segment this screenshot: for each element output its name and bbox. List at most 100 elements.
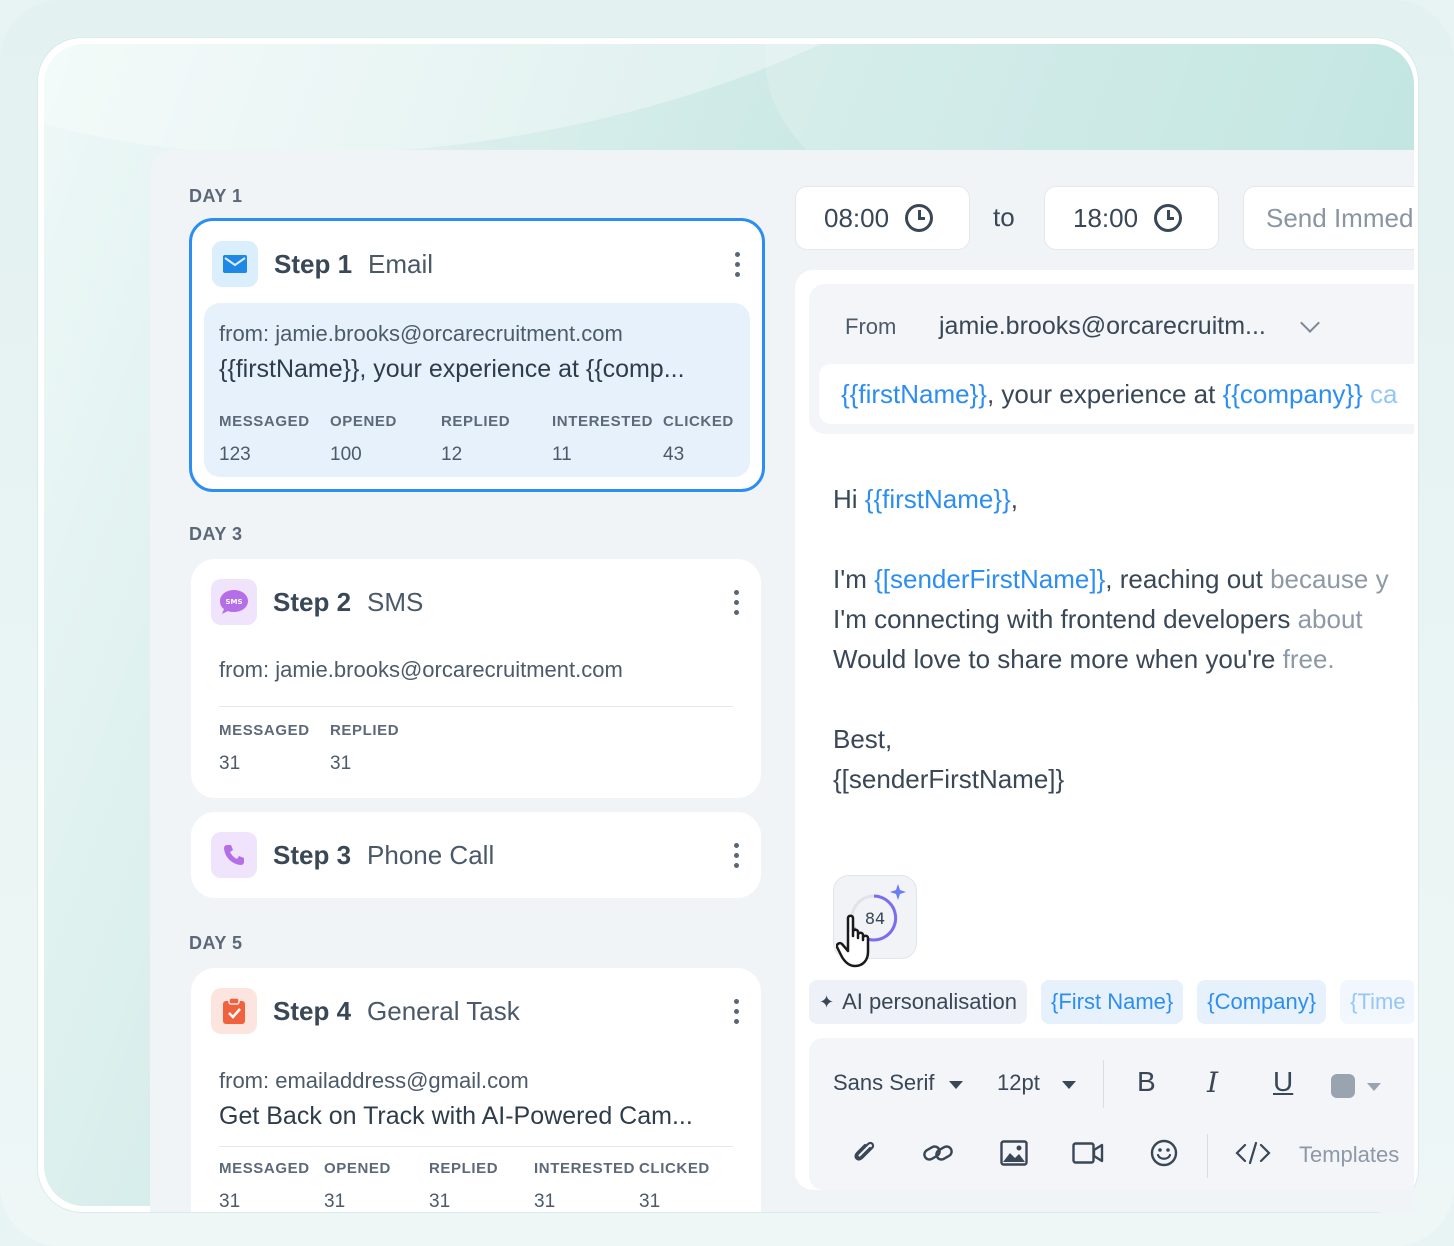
step-subject: {{firstName}}, your experience at {{comp… (219, 355, 685, 383)
stat-value: 11 (552, 444, 572, 465)
step-title: Step 3 (273, 839, 352, 870)
stat-value: 123 (219, 444, 251, 465)
tag-first-name[interactable]: {First Name} (1040, 980, 1184, 1024)
chevron-down-icon[interactable] (1300, 313, 1320, 333)
templates-button[interactable]: Templates (1299, 1142, 1399, 1168)
sms-icon: SMS (211, 579, 257, 625)
body-text: Would love to share more when you're (833, 644, 1283, 674)
start-time-value: 08:00 (824, 202, 890, 233)
start-time-input[interactable]: 08:00 (795, 186, 970, 250)
body-signoff[interactable]: Best, (833, 724, 892, 755)
step-type: General Task (367, 995, 520, 1026)
step-card-general-task[interactable]: Step 4 General Task from: emailaddress@g… (191, 968, 761, 1212)
end-time-input[interactable]: 18:00 (1044, 186, 1219, 250)
italic-button[interactable]: I (1207, 1066, 1218, 1099)
video-icon[interactable] (1071, 1136, 1105, 1170)
stat-value: 31 (534, 1191, 556, 1212)
ai-score-button[interactable]: 84 (833, 875, 917, 968)
stat-label: MESSAGED (219, 1160, 310, 1177)
caret-down-icon[interactable] (1062, 1081, 1076, 1089)
more-options-icon[interactable] (732, 251, 742, 277)
tag-company[interactable]: {Company} (1197, 980, 1327, 1024)
subject-text: , your experience at (986, 379, 1223, 409)
email-editor: From jamie.brooks@orcarecruitm... {{firs… (795, 270, 1414, 1190)
sparkle-icon: ✦ (819, 991, 835, 1012)
formatting-toolbar: Sans Serif 12pt B I U Templates (809, 1038, 1414, 1190)
step-title: Step 1 (274, 248, 353, 279)
step-card-phone-call[interactable]: Step 3 Phone Call (191, 812, 761, 898)
subject-input[interactable]: {{firstName}}, your experience at {{comp… (819, 364, 1414, 424)
more-options-icon[interactable] (731, 589, 741, 615)
caret-down-icon[interactable] (1367, 1083, 1381, 1091)
send-mode-select[interactable]: Send Immediately (1243, 186, 1414, 250)
ai-personalisation-button[interactable]: ✦ AI personalisation (809, 980, 1027, 1024)
body-greeting[interactable]: Hi {{firstName}}, (833, 484, 1018, 515)
stat-label: INTERESTED (534, 1160, 636, 1177)
body-line[interactable]: I'm connecting with frontend developers … (833, 604, 1363, 635)
tag-time[interactable]: {Time (1340, 980, 1414, 1024)
stat-value: 31 (330, 753, 352, 774)
more-options-icon[interactable] (731, 842, 741, 868)
more-options-icon[interactable] (731, 998, 741, 1024)
divider (219, 1146, 733, 1147)
stat-label: MESSAGED (219, 413, 310, 430)
step-stats: MESSAGED 123 OPENED 100 REPLIED 12 INTEREST… (219, 413, 774, 466)
bold-button[interactable]: B (1137, 1066, 1156, 1098)
stat-label: REPLIED (429, 1160, 499, 1177)
stat-value: 31 (219, 753, 241, 774)
stat-value: 12 (441, 444, 463, 465)
variable-token: {{company}} (1222, 379, 1363, 409)
code-icon[interactable] (1233, 1136, 1273, 1170)
body-text: I'm (833, 564, 875, 594)
from-label: From (845, 314, 897, 339)
stat-value: 31 (429, 1191, 451, 1212)
body-text-fade: because y (1270, 564, 1389, 594)
stat-value: 43 (663, 444, 685, 465)
step-from: from: jamie.brooks@orcarecruitment.com (219, 657, 623, 682)
stat-value: 100 (330, 444, 362, 465)
toolbar-separator (1207, 1134, 1208, 1178)
step-from: from: emailaddress@gmail.com (219, 1068, 529, 1093)
step-card-email[interactable]: Step 1 Email from: jamie.brooks@orcarecr… (189, 218, 765, 492)
caret-down-icon[interactable] (949, 1081, 963, 1089)
emoji-icon[interactable] (1147, 1136, 1181, 1170)
body-text-fade: free. (1282, 644, 1335, 674)
font-size-select[interactable]: 12pt (997, 1070, 1040, 1096)
text-color-icon[interactable] (1331, 1074, 1355, 1098)
stat-label: REPLIED (441, 413, 511, 430)
day-label: DAY 5 (189, 933, 243, 953)
step-from: from: jamie.brooks@orcarecruitment.com (219, 321, 623, 346)
clock-icon (905, 204, 934, 232)
svg-text:SMS: SMS (225, 598, 242, 606)
step-type: Phone Call (367, 839, 495, 870)
stat-value: 31 (324, 1191, 346, 1212)
body-line[interactable]: Would love to share more when you're fre… (833, 644, 1335, 675)
step-title: Step 2 (273, 586, 352, 617)
stat-value: 31 (639, 1191, 661, 1212)
sequence-app: DAY 1 Step 1 Email from: jamie.brooks@or… (150, 150, 1414, 1212)
stat-label: CLICKED (639, 1160, 710, 1177)
underline-button[interactable]: U (1273, 1066, 1293, 1098)
phone-icon (211, 832, 257, 878)
stat-label: OPENED (330, 413, 397, 430)
body-line[interactable]: I'm {[senderFirstName]}, reaching out be… (833, 564, 1389, 595)
step-card-sms[interactable]: SMS Step 2 SMS from: jamie.brooks@orcare… (191, 559, 761, 798)
link-icon[interactable] (921, 1136, 955, 1170)
email-header: From jamie.brooks@orcarecruitm... {{firs… (809, 284, 1414, 434)
pointer-cursor-icon (836, 914, 870, 968)
step-title: Step 4 (273, 995, 352, 1026)
stat-label: INTERESTED (552, 413, 654, 430)
day-label: DAY 1 (189, 186, 243, 206)
end-time-value: 18:00 (1073, 202, 1139, 233)
attachment-icon[interactable] (847, 1136, 881, 1170)
from-select[interactable]: jamie.brooks@orcarecruitm... (939, 312, 1266, 341)
font-family-select[interactable]: Sans Serif (833, 1070, 935, 1096)
stat-label: MESSAGED (219, 722, 310, 739)
step-type: SMS (367, 586, 424, 617)
step-type: Email (368, 248, 434, 279)
stat-label: CLICKED (663, 413, 734, 430)
tag-label: AI personalisation (842, 989, 1017, 1014)
image-icon[interactable] (997, 1136, 1031, 1170)
variable-token: {[senderFirstName]} (874, 564, 1106, 594)
signature-variable[interactable]: {[senderFirstName]} (833, 764, 1064, 795)
